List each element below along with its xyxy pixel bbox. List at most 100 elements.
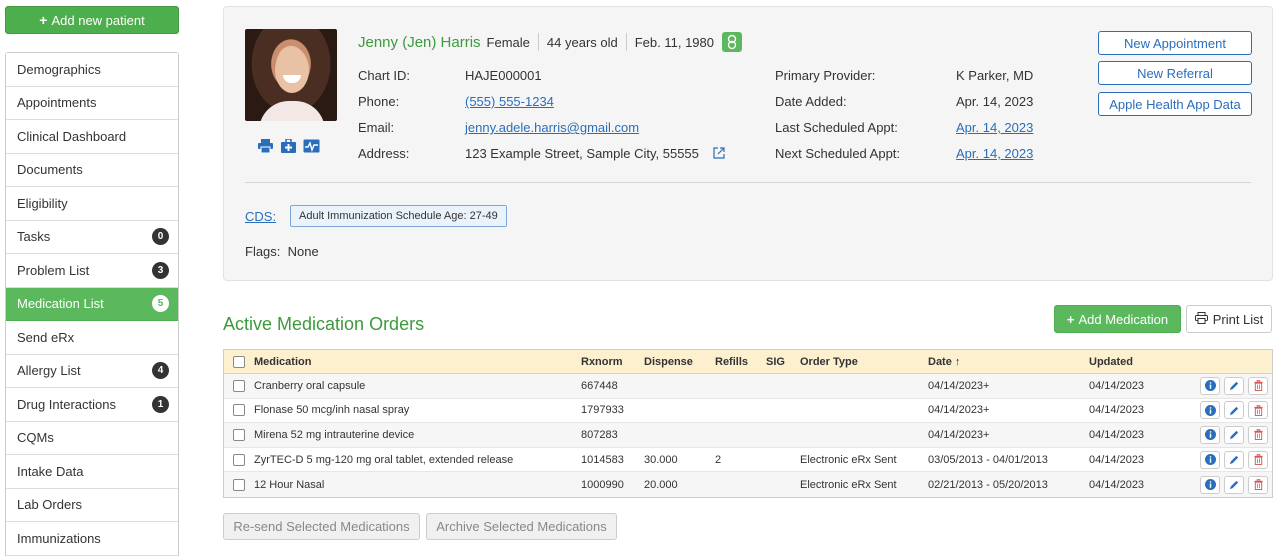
sidebar-item-cqms[interactable]: CQMs xyxy=(6,421,178,455)
sidebar-item-demographics[interactable]: Demographics xyxy=(6,53,178,87)
print-list-button[interactable]: Print List xyxy=(1186,305,1272,333)
next-appt-label: Next Scheduled Appt: xyxy=(775,146,901,161)
row-checkbox[interactable] xyxy=(224,404,254,417)
cds-link[interactable]: CDS: xyxy=(245,209,276,224)
row-checkbox[interactable] xyxy=(224,379,254,392)
external-link-icon[interactable] xyxy=(712,147,725,159)
column-header-medication[interactable]: Medication xyxy=(254,356,581,368)
sidebar-item-label: Tasks xyxy=(17,229,51,245)
edit-button[interactable] xyxy=(1224,450,1244,469)
patient-dob: Feb. 11, 1980 xyxy=(634,34,714,50)
delete-button[interactable] xyxy=(1248,475,1268,494)
pencil-icon xyxy=(1229,431,1238,440)
primary-provider-value: K Parker, MD xyxy=(956,68,1034,83)
trash-icon xyxy=(1253,404,1263,416)
sidebar-item-intake-data[interactable]: Intake Data xyxy=(6,455,178,489)
delete-button[interactable] xyxy=(1248,425,1268,444)
sidebar-item-label: Eligibility xyxy=(17,195,68,211)
sidebar-item-medication-list[interactable]: Medication List 5 xyxy=(6,287,178,321)
cell-medication: Cranberry oral capsule xyxy=(254,379,366,392)
add-new-patient-button[interactable]: + Add new patient xyxy=(5,6,179,34)
sidebar-item-label: Problem List xyxy=(17,262,90,278)
email-link[interactable]: jenny.adele.harris@gmail.com xyxy=(465,120,639,135)
info-icon xyxy=(1204,404,1216,416)
flags-label: Flags: xyxy=(245,244,281,259)
info-button[interactable] xyxy=(1200,376,1220,395)
resend-selected-button[interactable]: Re-send Selected Medications xyxy=(223,513,420,540)
date-added-label: Date Added: xyxy=(775,94,847,109)
cell-rxnorm: 1014583 xyxy=(581,453,624,466)
column-header-rxnorm[interactable]: Rxnorm xyxy=(581,356,644,368)
info-button[interactable] xyxy=(1200,425,1220,444)
column-header-sig[interactable]: SIG xyxy=(766,356,800,368)
info-button[interactable] xyxy=(1200,475,1220,494)
table-row: Mirena 52 mg intrauterine device 807283 … xyxy=(224,423,1272,448)
delete-button[interactable] xyxy=(1248,376,1268,395)
cell-medication: 12 Hour Nasal xyxy=(254,478,325,491)
apple-health-app-data-button[interactable]: Apple Health App Data xyxy=(1098,92,1252,116)
last-appt-link[interactable]: Apr. 14, 2023 xyxy=(956,120,1033,135)
flags-value: None xyxy=(287,244,319,259)
row-checkbox[interactable] xyxy=(224,478,254,491)
info-button[interactable] xyxy=(1200,450,1220,469)
sidebar-item-clinical-dashboard[interactable]: Clinical Dashboard xyxy=(6,120,178,154)
sidebar-item-appointments[interactable]: Appointments xyxy=(6,86,178,120)
sidebar-item-allergy-list[interactable]: Allergy List 4 xyxy=(6,354,178,388)
trash-icon xyxy=(1253,454,1263,466)
delete-button[interactable] xyxy=(1248,401,1268,420)
info-icon xyxy=(1204,380,1216,392)
edit-button[interactable] xyxy=(1224,401,1244,420)
plus-icon: + xyxy=(1066,311,1075,327)
cell-updated: 04/14/2023 xyxy=(1089,453,1145,466)
sidebar-item-immunizations[interactable]: Immunizations xyxy=(6,522,178,556)
new-appointment-button[interactable]: New Appointment xyxy=(1098,31,1252,55)
sidebar-item-problem-list[interactable]: Problem List 3 xyxy=(6,254,178,288)
archive-selected-button[interactable]: Archive Selected Medications xyxy=(426,513,617,540)
sidebar-item-label: Immunizations xyxy=(17,530,101,546)
trash-icon xyxy=(1253,380,1263,392)
sidebar-item-send-erx[interactable]: Send eRx xyxy=(6,321,178,355)
print-icon[interactable] xyxy=(257,139,274,153)
cell-rxnorm: 1797933 xyxy=(581,404,624,417)
row-checkbox[interactable] xyxy=(224,428,254,441)
delete-button[interactable] xyxy=(1248,450,1268,469)
column-header-order-type[interactable]: Order Type xyxy=(800,356,928,368)
row-checkbox[interactable] xyxy=(224,453,254,466)
column-header-updated[interactable]: Updated xyxy=(1089,356,1185,368)
vitals-chart-icon[interactable] xyxy=(303,139,320,153)
sidebar-item-label: Demographics xyxy=(17,61,101,77)
last-appt-label: Last Scheduled Appt: xyxy=(775,120,898,135)
next-appt-link[interactable]: Apr. 14, 2023 xyxy=(956,146,1033,161)
edit-button[interactable] xyxy=(1224,376,1244,395)
cell-updated: 04/14/2023 xyxy=(1089,404,1145,417)
add-medication-button[interactable]: + Add Medication xyxy=(1054,305,1181,333)
info-button[interactable] xyxy=(1200,401,1220,420)
sidebar-item-label: CQMs xyxy=(17,430,54,446)
medical-kit-icon[interactable] xyxy=(280,139,297,153)
edit-button[interactable] xyxy=(1224,425,1244,444)
sidebar-nav: Demographics Appointments Clinical Dashb… xyxy=(5,52,179,556)
chart-id-value: HAJE000001 xyxy=(465,68,542,83)
print-list-label: Print List xyxy=(1212,311,1264,327)
sidebar-item-drug-interactions[interactable]: Drug Interactions 1 xyxy=(6,388,178,422)
cell-order-type: Electronic eRx Sent xyxy=(800,478,897,491)
cds-tag[interactable]: Adult Immunization Schedule Age: 27-49 xyxy=(290,205,507,227)
sidebar-item-lab-orders[interactable]: Lab Orders xyxy=(6,488,178,522)
count-badge: 1 xyxy=(152,395,169,413)
cell-updated: 04/14/2023 xyxy=(1089,379,1145,392)
cell-updated: 04/14/2023 xyxy=(1089,428,1145,441)
column-header-refills[interactable]: Refills xyxy=(715,356,766,368)
phone-link[interactable]: (555) 555-1234 xyxy=(465,94,554,109)
select-all-checkbox[interactable] xyxy=(224,355,254,368)
edit-button[interactable] xyxy=(1224,475,1244,494)
patient-photo xyxy=(245,29,337,121)
sidebar-item-tasks[interactable]: Tasks 0 xyxy=(6,220,178,254)
column-header-dispense[interactable]: Dispense xyxy=(644,356,715,368)
sidebar-item-label: Allergy List xyxy=(17,363,81,379)
new-referral-button[interactable]: New Referral xyxy=(1098,61,1252,85)
column-header-date[interactable]: Date ↑ xyxy=(928,356,1089,368)
sidebar-item-documents[interactable]: Documents xyxy=(6,153,178,187)
divider xyxy=(245,182,1251,183)
sidebar-item-eligibility[interactable]: Eligibility xyxy=(6,187,178,221)
cell-order-type: Electronic eRx Sent xyxy=(800,453,897,466)
